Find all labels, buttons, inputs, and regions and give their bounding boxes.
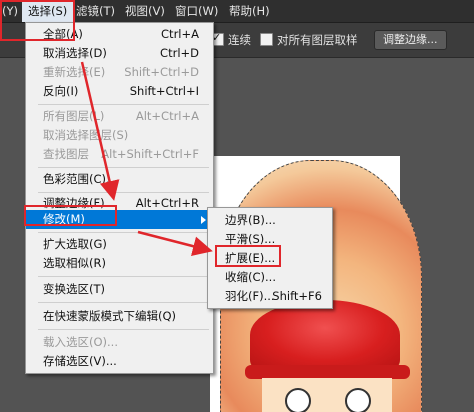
submenu-item-contract[interactable]: 收缩(C)... bbox=[208, 268, 332, 287]
menu-separator bbox=[38, 167, 209, 168]
menu-item-color-range[interactable]: 色彩范围(C)... bbox=[26, 170, 213, 189]
menu-separator bbox=[38, 302, 209, 303]
select-menu: 全部(A) Ctrl+A 取消选择(D) Ctrl+D 重新选择(E) Shift+C… bbox=[25, 22, 214, 374]
menu-separator bbox=[38, 329, 209, 330]
artwork-eye-right bbox=[345, 388, 371, 412]
menu-item-transform-selection[interactable]: 变换选区(T) bbox=[26, 280, 213, 299]
submenu-item-border[interactable]: 边界(B)... bbox=[208, 211, 332, 230]
menu-item-similar[interactable]: 选取相似(R) bbox=[26, 254, 213, 273]
artwork-red-hat bbox=[250, 300, 400, 370]
menu-separator bbox=[38, 232, 209, 233]
artwork-face bbox=[262, 378, 392, 412]
submenu-arrow-icon bbox=[201, 216, 206, 224]
annotation-box-expand bbox=[215, 245, 281, 267]
menu-item-find-layers[interactable]: 查找图层 Alt+Shift+Ctrl+F bbox=[26, 145, 213, 164]
menu-item-deselect-layers[interactable]: 取消选择图层(S) bbox=[26, 126, 213, 145]
menu-item-all-layers[interactable]: 所有图层(L) Alt+Ctrl+A bbox=[26, 107, 213, 126]
menu-item-reselect[interactable]: 重新选择(E) Shift+Ctrl+D bbox=[26, 63, 213, 82]
menu-item-quick-mask[interactable]: 在快速蒙版模式下编辑(Q) bbox=[26, 307, 213, 326]
artwork-hat-brim bbox=[245, 365, 410, 379]
menu-item-deselect[interactable]: 取消选择(D) Ctrl+D bbox=[26, 44, 213, 63]
menu-separator bbox=[38, 104, 209, 105]
menu-separator bbox=[38, 276, 209, 277]
artwork-eye-left bbox=[285, 388, 311, 412]
submenu-item-feather[interactable]: 羽化(F)... Shift+F6 bbox=[208, 287, 332, 306]
menu-item-save-selection[interactable]: 存储选区(V)... bbox=[26, 352, 213, 371]
menu-item-inverse[interactable]: 反向(I) Shift+Ctrl+I bbox=[26, 82, 213, 101]
annotation-box-modify bbox=[24, 205, 117, 226]
annotation-box-select-menu bbox=[0, 0, 75, 41]
menu-item-load-selection[interactable]: 载入选区(O)... bbox=[26, 333, 213, 352]
menu-item-grow[interactable]: 扩大选取(G) bbox=[26, 235, 213, 254]
menu-separator bbox=[38, 192, 209, 193]
